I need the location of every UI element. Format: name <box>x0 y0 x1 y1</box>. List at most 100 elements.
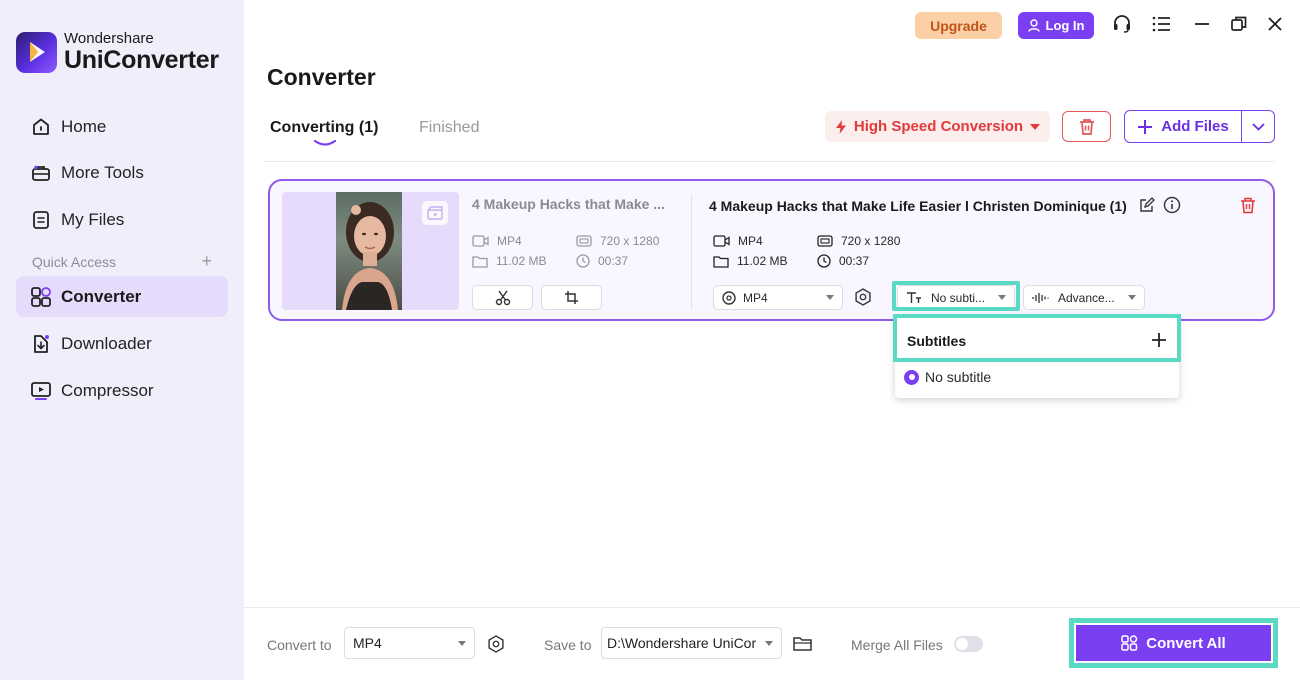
login-button[interactable]: Log In <box>1018 12 1094 39</box>
format-icon <box>722 290 736 305</box>
convert-settings-icon[interactable] <box>485 633 507 655</box>
convert-all-label: Convert All <box>1146 634 1226 652</box>
sidebar-item-label: Compressor <box>61 380 154 400</box>
brand-line1: Wondershare <box>64 30 154 47</box>
converter-icon <box>30 286 52 308</box>
sidebar-item-label: My Files <box>61 209 125 229</box>
card-divider <box>691 195 692 309</box>
toolbox-icon <box>30 162 52 184</box>
add-files-button[interactable]: Add Files <box>1124 110 1275 143</box>
delete-file-button[interactable] <box>1238 195 1258 215</box>
thumbnail-image <box>336 192 402 310</box>
add-files-main[interactable]: Add Files <box>1125 111 1242 142</box>
brand-line2: UniConverter <box>64 46 219 74</box>
subtitle-dropdown-header: Subtitles <box>893 314 1181 362</box>
output-settings-icon[interactable] <box>852 286 874 308</box>
home-icon <box>30 116 52 138</box>
restore-icon[interactable] <box>1227 12 1251 36</box>
add-subtitle-icon[interactable] <box>1151 332 1167 348</box>
source-file-title: 4 Makeup Hacks that Make ... <box>472 196 665 212</box>
sidebar-item-downloader[interactable]: Downloader <box>16 323 228 364</box>
subtitle-dropdown: Subtitles No subtitle <box>893 314 1181 398</box>
merge-all-files-toggle[interactable] <box>954 636 983 652</box>
converter-icon <box>1121 634 1138 651</box>
output-resolution: 720 x 1280 <box>817 234 900 248</box>
save-to-label: Save to <box>544 637 592 653</box>
menu-icon[interactable] <box>1150 12 1174 36</box>
source-size: 11.02 MB <box>472 254 546 268</box>
tab-active-indicator <box>314 140 336 146</box>
edit-name-icon[interactable] <box>1137 195 1157 215</box>
audio-wave-icon <box>1032 292 1049 303</box>
folder-icon <box>713 255 729 268</box>
sidebar-item-label: Downloader <box>61 333 152 353</box>
compress-icon <box>30 380 52 402</box>
convert-to-select[interactable]: MP4 <box>344 627 475 659</box>
sidebar-item-my-files[interactable]: My Files <box>16 199 228 240</box>
download-icon <box>30 333 52 355</box>
subtitles-heading: Subtitles <box>907 333 967 349</box>
video-icon <box>713 235 730 247</box>
uniconverter-logo-icon <box>16 31 57 73</box>
login-label: Log In <box>1045 18 1085 33</box>
resolution-icon <box>576 235 592 247</box>
subtitle-option-none[interactable]: No subtitle <box>904 369 991 385</box>
crop-button[interactable] <box>541 285 602 310</box>
sidebar-item-home[interactable]: Home <box>16 106 228 147</box>
output-size: 11.02 MB <box>713 254 787 268</box>
high-speed-conversion-button[interactable]: High Speed Conversion <box>825 111 1050 142</box>
output-duration: 00:37 <box>817 254 869 268</box>
upgrade-button[interactable]: Upgrade <box>915 12 1002 39</box>
crop-icon <box>565 291 578 304</box>
chevron-down-icon <box>1251 122 1265 131</box>
source-format: MP4 <box>472 234 522 248</box>
info-icon[interactable] <box>1162 195 1182 215</box>
source-resolution: 720 x 1280 <box>576 234 659 248</box>
caret-down-icon <box>765 640 773 646</box>
sidebar-item-label: More Tools <box>61 162 144 182</box>
quick-access-label: Quick Access <box>32 253 117 270</box>
caret-down-icon <box>1030 123 1041 130</box>
tabs-divider <box>265 161 1275 162</box>
video-thumbnail[interactable] <box>282 192 459 310</box>
save-to-select[interactable]: D:\Wondershare UniCor <box>601 627 782 659</box>
clock-icon <box>817 254 831 268</box>
output-file-title: 4 Makeup Hacks that Make Life Easier l C… <box>709 198 1127 214</box>
sidebar-item-label: Converter <box>61 286 142 306</box>
audio-select[interactable]: Advance... <box>1023 285 1145 310</box>
output-format-select[interactable]: MP4 <box>713 285 843 310</box>
radio-selected-icon <box>904 369 919 385</box>
add-files-label: Add Files <box>1161 118 1229 135</box>
delete-all-button[interactable] <box>1062 111 1111 142</box>
folder-icon <box>472 255 488 268</box>
tab-finished[interactable]: Finished <box>419 119 479 137</box>
close-icon[interactable] <box>1263 12 1287 36</box>
convert-to-label: Convert to <box>267 637 332 653</box>
open-folder-icon[interactable] <box>792 633 814 655</box>
trim-button[interactable] <box>472 285 533 310</box>
headset-icon[interactable] <box>1110 12 1134 36</box>
sidebar-item-more-tools[interactable]: More Tools <box>16 152 228 193</box>
plus-icon <box>1138 119 1153 134</box>
page-title: Converter <box>267 64 376 90</box>
video-icon <box>472 235 489 247</box>
play-preview-icon[interactable] <box>422 201 448 225</box>
trash-icon <box>1079 118 1094 135</box>
quick-access-section: Quick Access + <box>32 251 212 272</box>
user-icon <box>1027 19 1040 32</box>
minimize-icon[interactable] <box>1190 12 1214 36</box>
app-logo: Wondershare UniConverter <box>16 31 219 73</box>
resolution-icon <box>817 235 833 247</box>
source-duration: 00:37 <box>576 254 628 268</box>
sidebar-item-compressor[interactable]: Compressor <box>16 370 228 411</box>
clock-icon <box>576 254 590 268</box>
convert-all-button[interactable]: Convert All <box>1076 625 1271 661</box>
tab-converting[interactable]: Converting (1) <box>270 119 378 137</box>
file-card[interactable]: 4 Makeup Hacks that Make ... MP4 11.02 M… <box>268 179 1275 321</box>
add-quick-access-icon[interactable]: + <box>201 251 212 272</box>
sidebar-item-converter[interactable]: Converter <box>16 276 228 317</box>
lightning-icon <box>835 119 846 134</box>
add-files-dropdown[interactable] <box>1242 111 1274 142</box>
subtitle-select-highlight <box>892 281 1020 311</box>
file-icon <box>30 209 52 231</box>
